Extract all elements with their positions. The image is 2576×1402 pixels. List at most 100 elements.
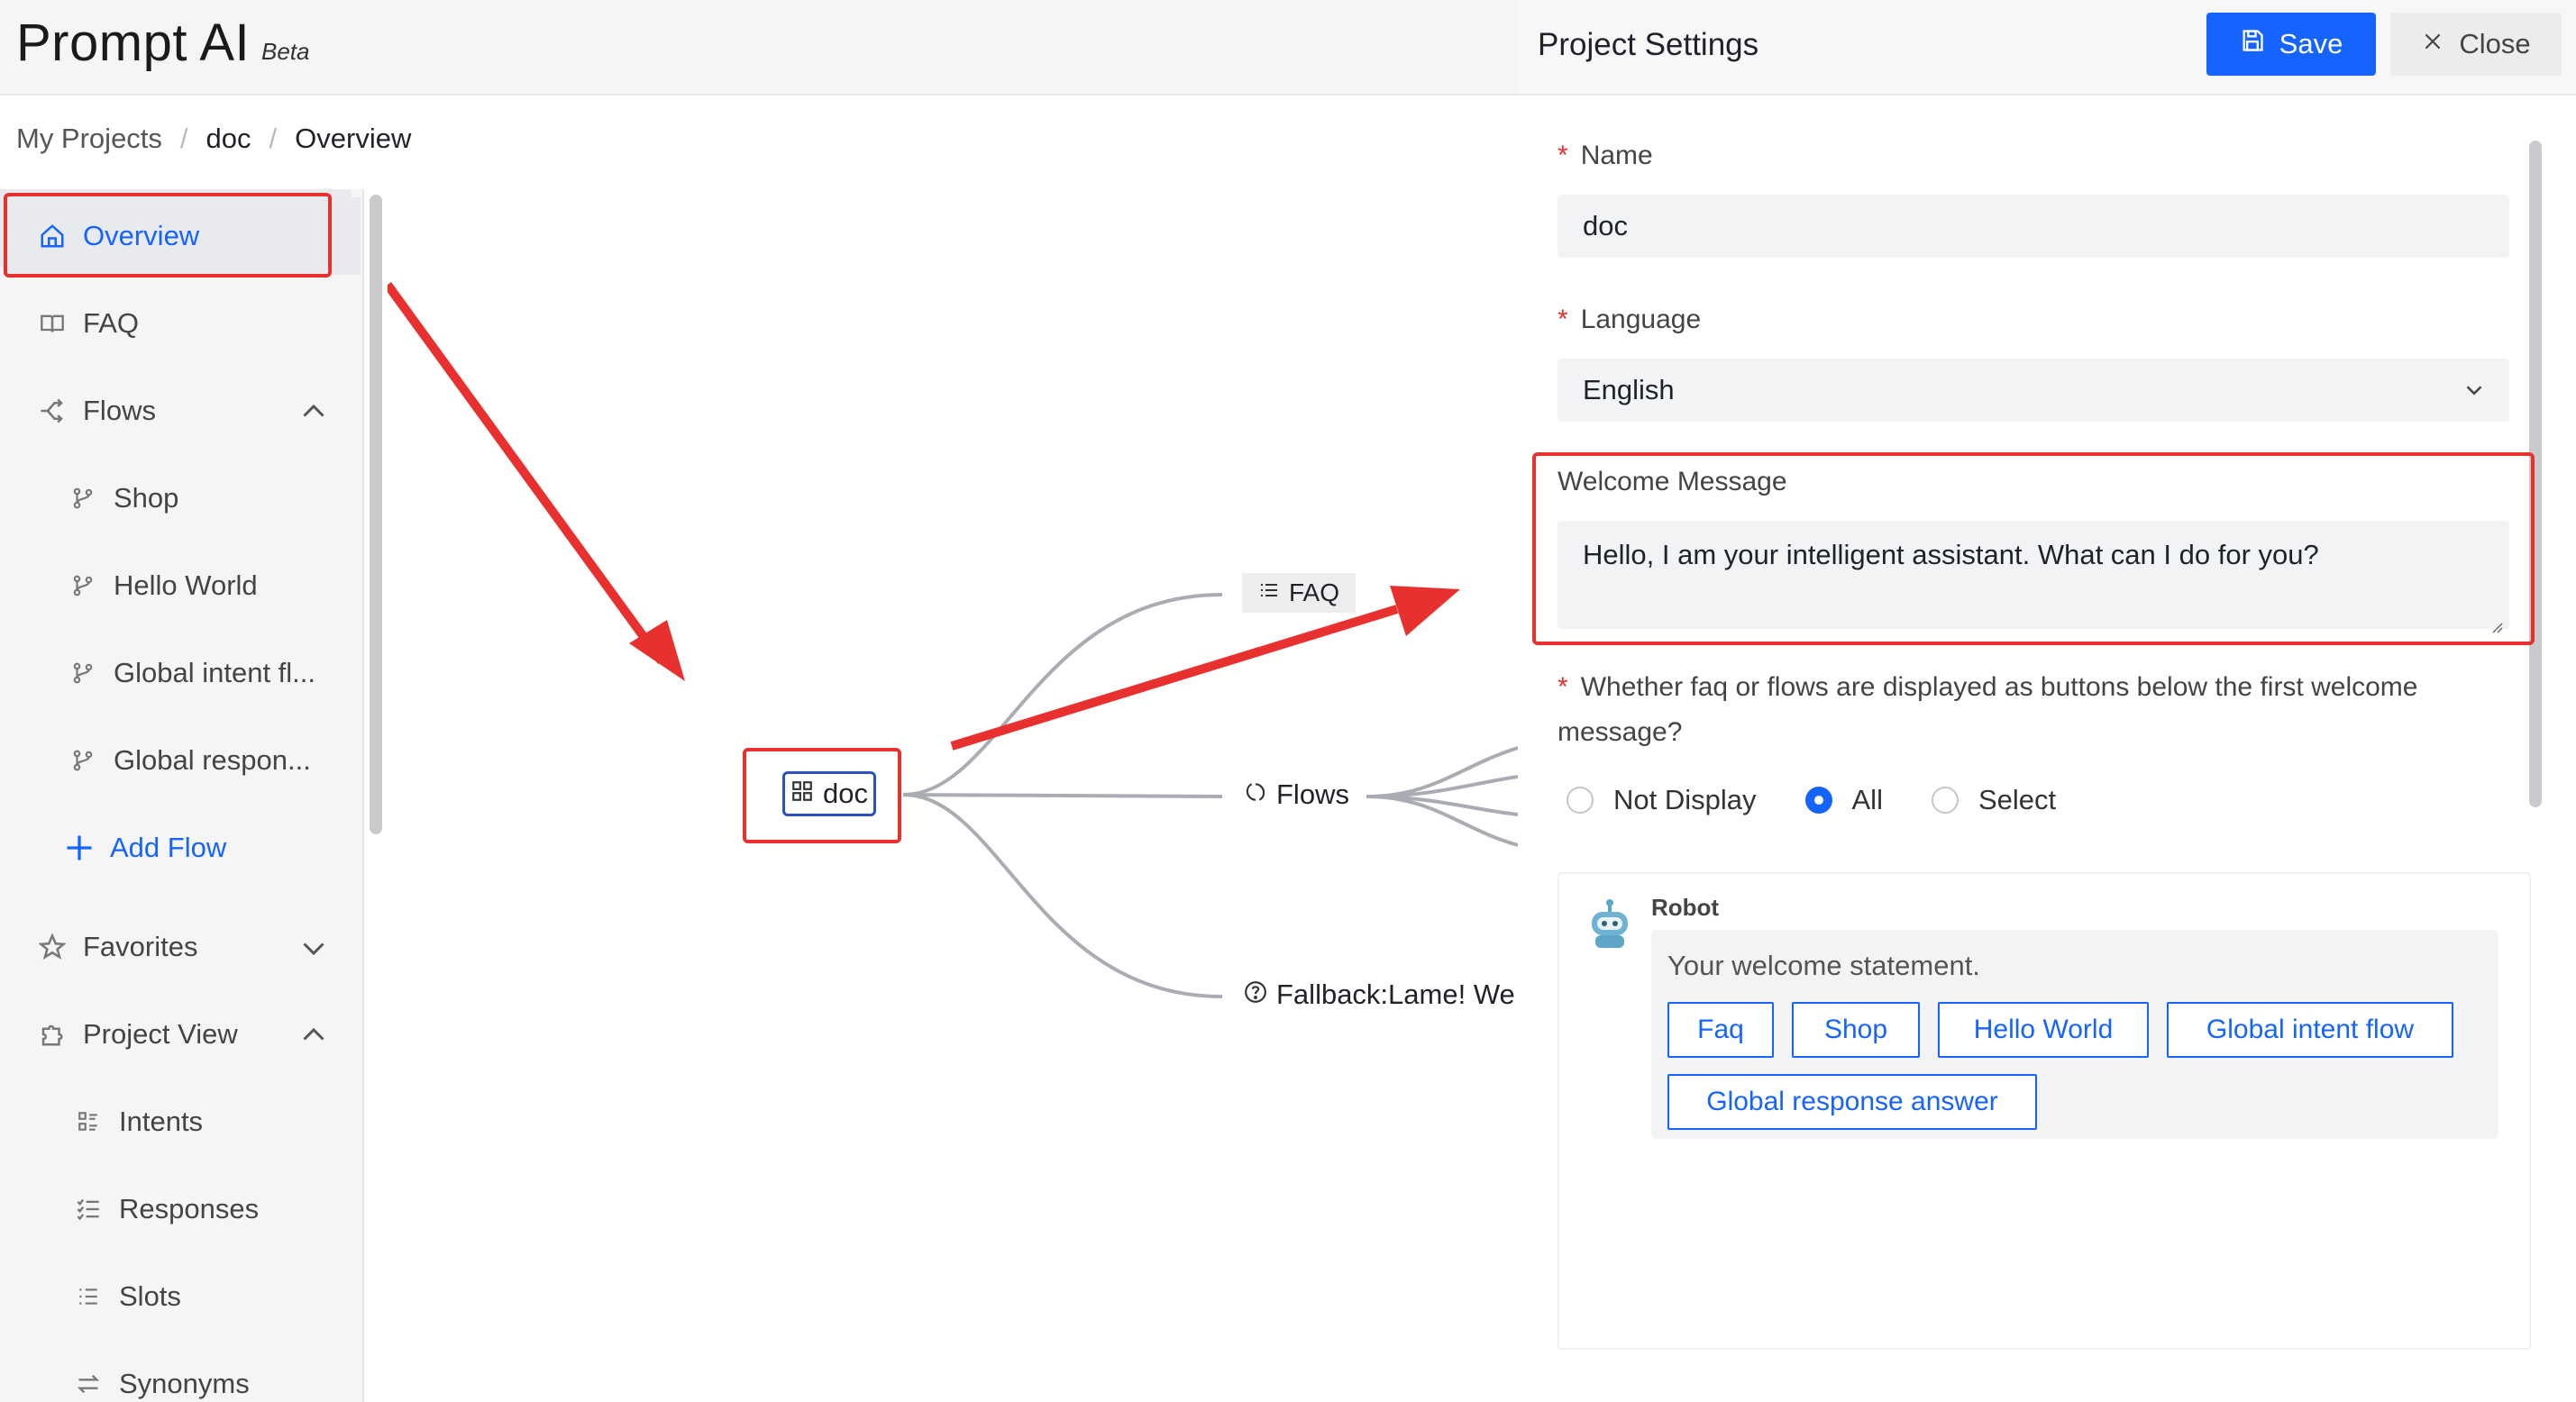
flows-icon: [34, 393, 70, 429]
panel-body: * Name doc * Language English Welcome Mess…: [1518, 97, 2576, 1402]
language-select[interactable]: English: [1557, 359, 2509, 422]
radio-select[interactable]: Select: [1931, 784, 2057, 816]
sidebar-item-intents[interactable]: Intents: [0, 1083, 352, 1161]
save-label: Save: [2279, 28, 2343, 59]
sidebar-item-slots[interactable]: Slots: [0, 1258, 352, 1335]
quick-reply-global-response-answer[interactable]: Global response answer: [1667, 1074, 2037, 1130]
breadcrumb-separator: /: [179, 123, 188, 154]
chevron-up-icon[interactable]: [297, 1019, 330, 1052]
radio-label: Select: [1978, 784, 2057, 815]
branch-icon: [65, 742, 101, 778]
display-radio-group: Not Display All Select: [1567, 784, 2105, 816]
sidebar-item-shop[interactable]: Shop: [0, 460, 352, 537]
sidebar-item-label: Project View: [83, 1018, 238, 1050]
flows-node-label: Flows: [1276, 778, 1349, 810]
sidebar-item-label: Intents: [119, 1106, 204, 1137]
radio-not-display[interactable]: Not Display: [1567, 784, 1757, 816]
add-flow-label: Add Flow: [110, 832, 227, 863]
radio-circle: [1567, 787, 1594, 814]
annotation-box-welcome-message: [1532, 452, 2535, 645]
sidebar-item-label: Hello World: [114, 569, 258, 601]
book-icon: [34, 305, 70, 341]
quick-reply-global-intent-flow[interactable]: Global intent flow: [2167, 1002, 2453, 1058]
breadcrumb: My Projects / doc / Overview: [16, 123, 411, 155]
responses-icon: [70, 1191, 106, 1227]
annotation-arrows: [388, 282, 1460, 751]
sidebar-item-label: Global respon...: [114, 744, 311, 776]
chevron-up-icon[interactable]: [297, 396, 330, 428]
panel-header: Project Settings Save Close: [1518, 0, 2576, 96]
sidebar-item-favorites[interactable]: Favorites: [0, 908, 352, 986]
mindmap-faq-node[interactable]: FAQ: [1242, 573, 1357, 613]
annotation-box-overview: [4, 193, 332, 278]
slots-icon: [70, 1279, 106, 1315]
mindmap-flows-node[interactable]: Flows: [1244, 778, 1349, 811]
sidebar-item-faq[interactable]: FAQ: [0, 285, 352, 362]
annotation-arrow-1: [388, 282, 666, 664]
name-field-label: * Name: [1557, 141, 1653, 170]
synonyms-icon: [70, 1366, 106, 1402]
sidebar-item-project-view[interactable]: Project View: [0, 996, 352, 1073]
plus-icon: [61, 830, 97, 866]
radio-all[interactable]: All: [1804, 784, 1883, 816]
required-asterisk: *: [1557, 305, 1568, 334]
sidebar-item-label: Shop: [114, 482, 179, 514]
annotation-box-doc-node: [743, 748, 901, 843]
branch-icon: [65, 480, 101, 516]
annotation-arrowhead-2: [1390, 586, 1460, 636]
star-icon: [34, 929, 70, 965]
beta-badge: Beta: [261, 38, 310, 65]
language-field-label: * Language: [1557, 305, 1702, 334]
breadcrumb-current: Overview: [295, 123, 412, 154]
required-asterisk: *: [1557, 141, 1568, 170]
quick-reply-hello-world[interactable]: Hello World: [1938, 1002, 2149, 1058]
close-label: Close: [2459, 28, 2531, 59]
welcome-statement: Your welcome statement.: [1667, 950, 1980, 981]
close-button[interactable]: Close: [2390, 13, 2562, 76]
connector-fallback: [902, 793, 1223, 998]
list-icon: [1258, 578, 1280, 607]
branch-icon: [65, 568, 101, 604]
radio-label: Not Display: [1613, 784, 1757, 815]
sidebar-item-flows[interactable]: Flows: [0, 372, 352, 450]
close-icon: [2421, 28, 2444, 60]
sidebar-scrollbar[interactable]: [370, 195, 382, 834]
save-button[interactable]: Save: [2206, 13, 2376, 76]
language-value: English: [1583, 374, 1675, 405]
app-header: Prompt AI Beta: [0, 0, 1518, 96]
robot-avatar-icon: [1583, 897, 1637, 951]
breadcrumb-my-projects[interactable]: My Projects: [16, 123, 162, 155]
sidebar-item-responses[interactable]: Responses: [0, 1170, 352, 1248]
faq-node-label: FAQ: [1289, 578, 1340, 606]
connector-flows: [902, 793, 1223, 798]
radio-label: All: [1851, 784, 1883, 815]
panel-title: Project Settings: [1538, 27, 1759, 62]
branch-icon: [65, 655, 101, 691]
sidebar-item-label: Favorites: [83, 931, 198, 962]
add-flow-button[interactable]: Add Flow: [0, 809, 352, 887]
breadcrumb-project[interactable]: doc: [206, 123, 251, 155]
project-settings-panel: Project Settings Save Close * Name doc * L…: [1518, 0, 2576, 1402]
welcome-preview: Robot Your welcome statement. Faq Shop H…: [1557, 872, 2531, 1350]
quick-reply-faq[interactable]: Faq: [1667, 1002, 1774, 1058]
sidebar-item-global-intent-flow[interactable]: Global intent fl...: [0, 634, 352, 712]
mindmap-canvas[interactable]: doc FAQ Flows Fallback:Lame! We: [388, 189, 1518, 1402]
required-asterisk: *: [1557, 672, 1568, 702]
sidebar-item-hello-world[interactable]: Hello World: [0, 547, 352, 624]
breadcrumb-separator: /: [269, 123, 278, 154]
sidebar-item-global-response[interactable]: Global respon...: [0, 722, 352, 799]
connector-faq: [902, 593, 1223, 797]
sidebar-item-label: Responses: [119, 1193, 260, 1224]
quick-reply-shop[interactable]: Shop: [1792, 1002, 1920, 1058]
refresh-icon: [1244, 778, 1267, 811]
mindmap-fallback-node[interactable]: Fallback:Lame! We: [1244, 979, 1515, 1011]
sidebar-item-label: Flows: [83, 395, 156, 426]
intents-icon: [70, 1104, 106, 1140]
puzzle-icon: [34, 1016, 70, 1052]
radio-circle-selected: [1804, 787, 1832, 814]
fallback-node-label: Fallback:Lame! We: [1276, 979, 1515, 1010]
sidebar-item-synonyms[interactable]: Synonyms: [0, 1345, 352, 1402]
chevron-down-icon[interactable]: [297, 932, 330, 964]
chevron-down-icon: [2461, 377, 2488, 404]
name-input[interactable]: doc: [1557, 195, 2509, 258]
